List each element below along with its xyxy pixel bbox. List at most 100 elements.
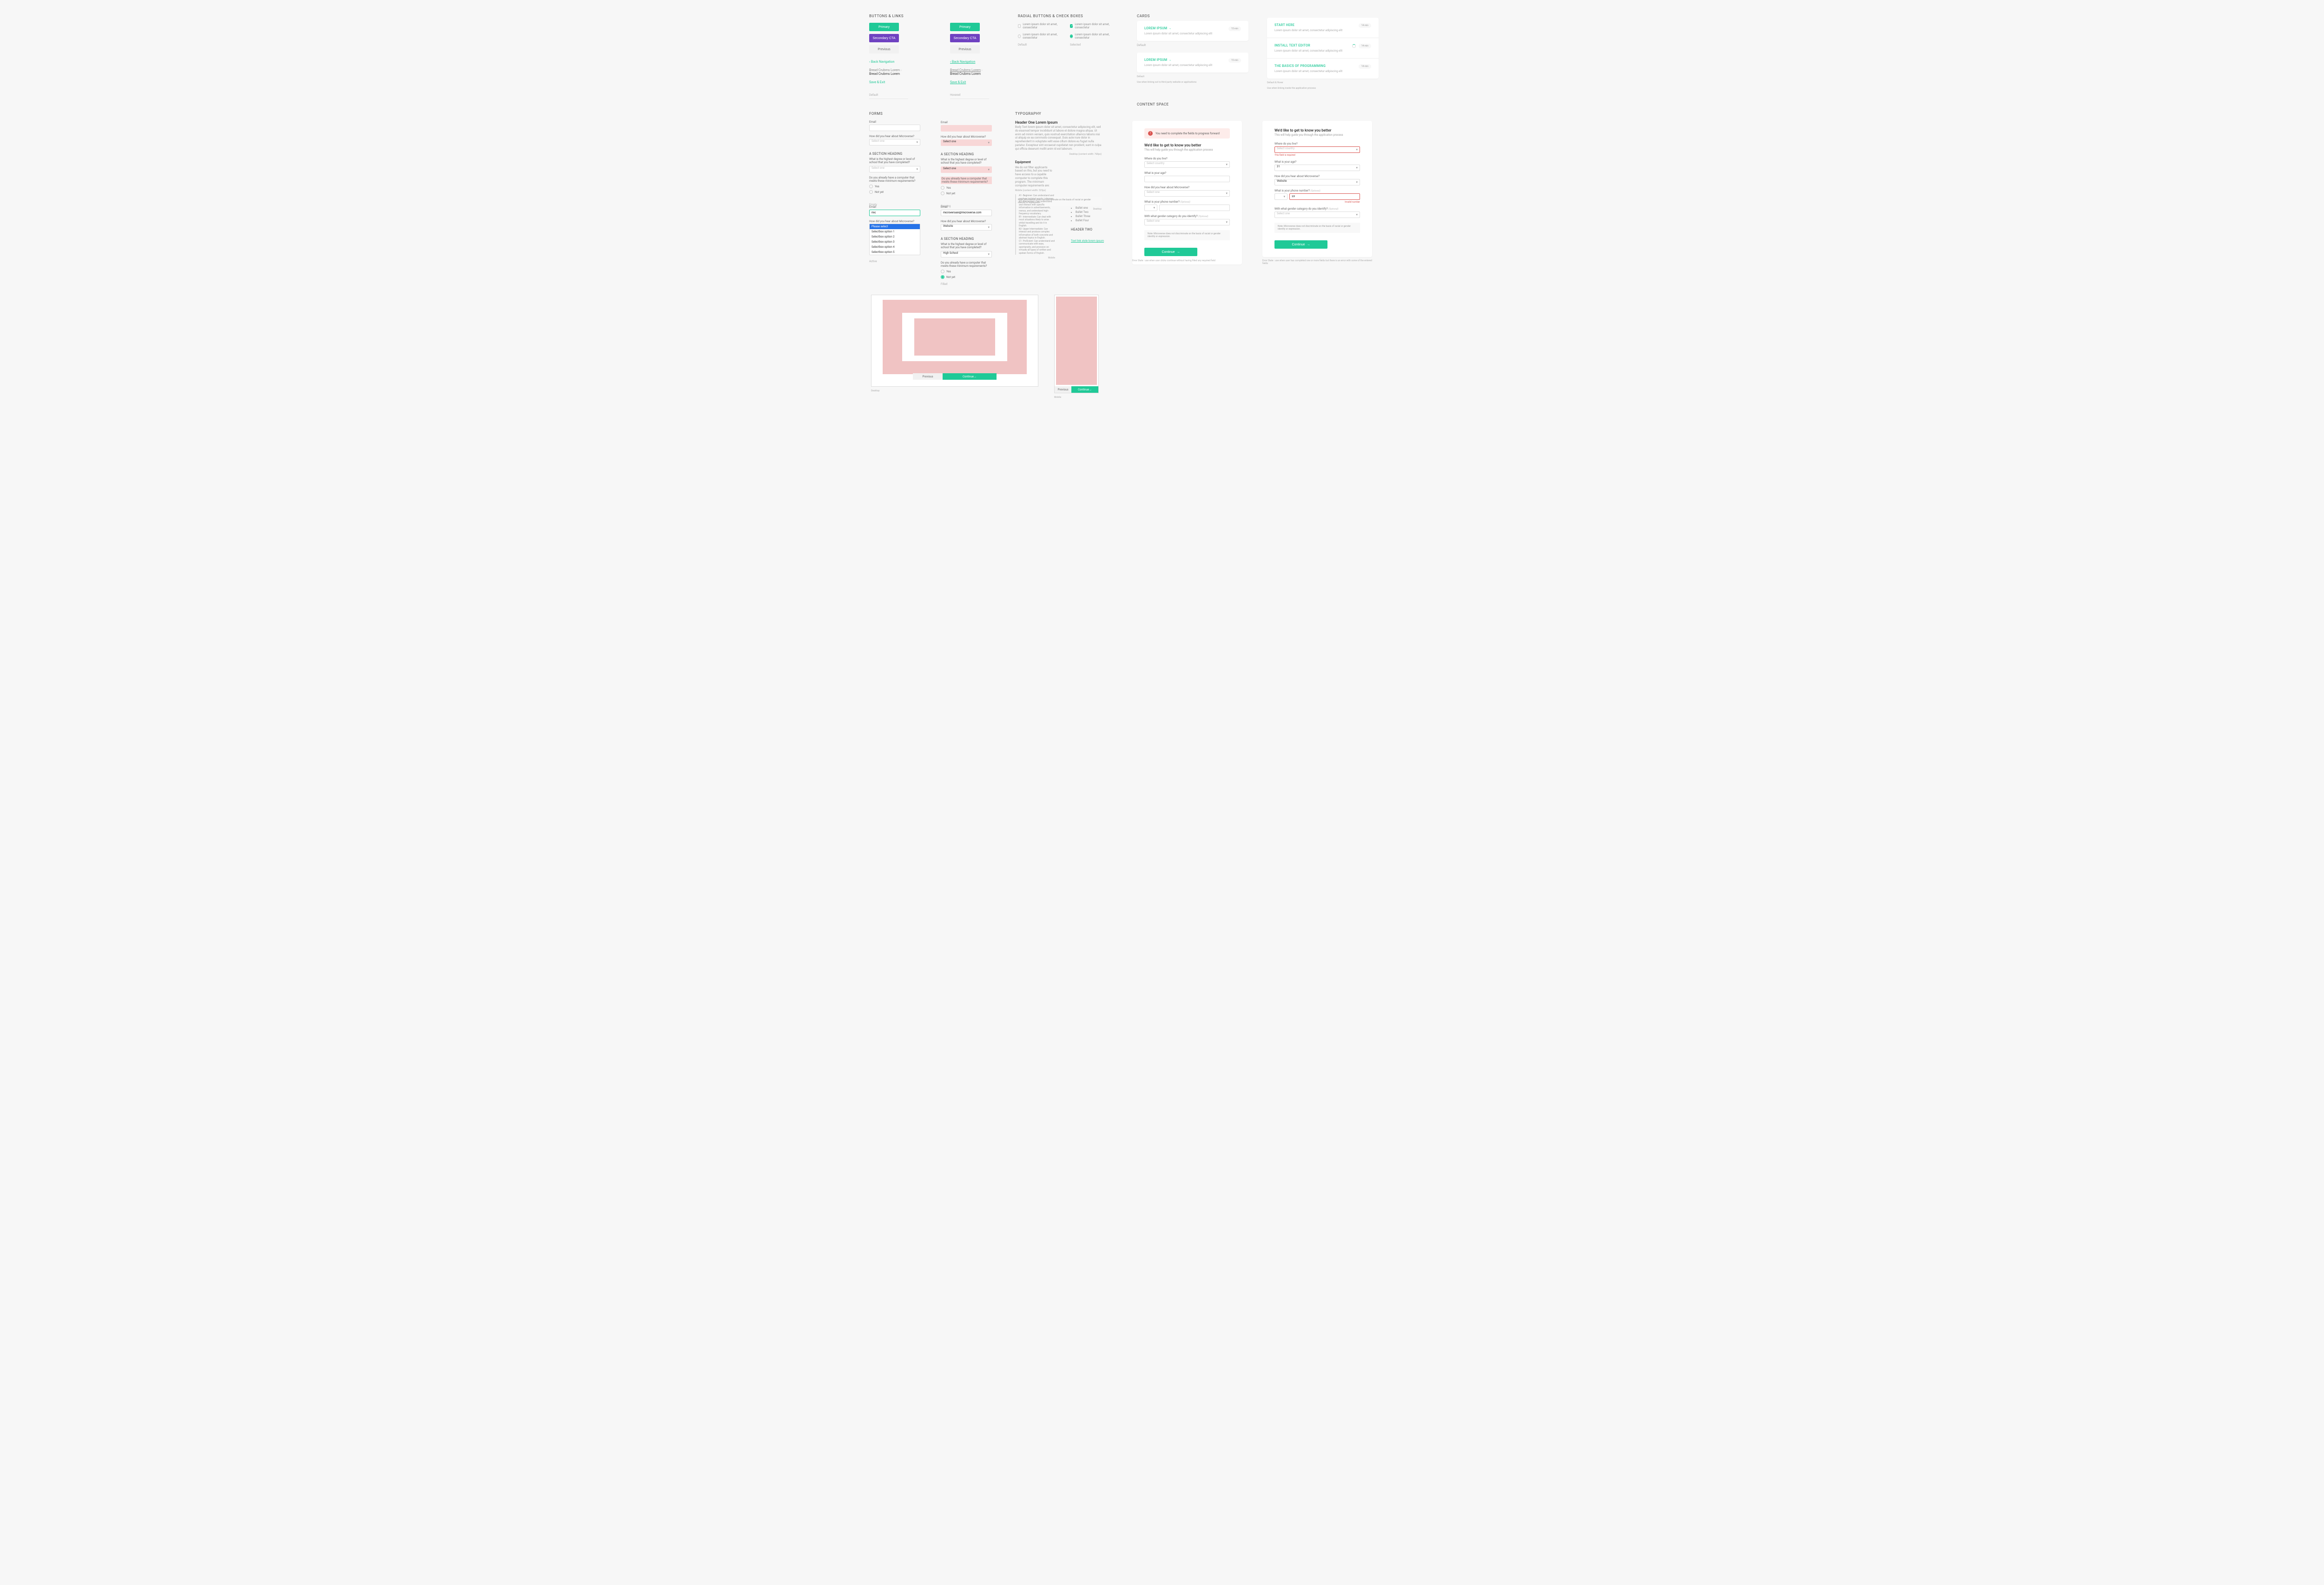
degree-select-spacing[interactable]: Select one <box>941 166 992 173</box>
content-heading: We'd like to get to know you better <box>1144 143 1230 147</box>
phone-input[interactable] <box>1159 205 1230 211</box>
previous-button[interactable]: Previous <box>869 45 899 53</box>
back-navigation-link-hover[interactable]: Back Navigation <box>950 60 989 64</box>
dropdown-option[interactable]: Selectbox option 1 <box>870 229 920 234</box>
save-exit-link-hover[interactable]: Save & Exit <box>950 80 989 84</box>
state-label-default: Default <box>869 93 908 97</box>
checkbox-checked[interactable]: Lorem ipsum dolor sit amet, consectetur <box>1070 23 1111 29</box>
email-input-filled[interactable] <box>941 210 992 216</box>
degree-question: What is the highest degree or level of s… <box>869 158 920 164</box>
body-text: Body Text lorem ipsum dolor sit amet, co… <box>1015 125 1102 151</box>
hear-label: How did you hear about Microverse? <box>869 220 920 223</box>
content-footnote-2: Error State : use when user has complete… <box>1262 259 1372 265</box>
card-footnote-desc: Use when linking inside the application … <box>1267 87 1379 90</box>
email-label: Email <box>869 120 920 124</box>
gender-select[interactable]: Select one <box>1144 219 1230 225</box>
primary-button[interactable]: Primary <box>869 23 899 31</box>
card-int-1[interactable]: START HERE Lorem ipsum dolor sit amet, c… <box>1267 18 1379 38</box>
degree-question: What is the highest degree or level of s… <box>941 158 992 165</box>
hear-select[interactable]: Select one <box>1144 190 1230 197</box>
state-filled: Filled <box>941 283 992 286</box>
loading-spinner-icon <box>1352 44 1356 48</box>
degree-select-filled[interactable]: High School <box>941 251 992 258</box>
equip-body: We do not filter applicants based on thi… <box>1015 166 1052 188</box>
secondary-cta-button-hover[interactable]: Secondary CTA <box>950 34 980 42</box>
card-title: INSTALL TEXT EDITOR <box>1274 44 1342 47</box>
hear-label: How did you hear about Microverse? <box>941 135 992 139</box>
radio-notyet[interactable]: Not yet <box>941 192 992 195</box>
country-select-error[interactable]: Select country <box>1274 146 1360 153</box>
card-int-3[interactable]: THE BASICS OF PROGRAMMING Lorem ipsum do… <box>1267 59 1379 79</box>
radio-notyet[interactable]: Not yet <box>869 190 920 194</box>
age-input[interactable] <box>1144 176 1230 182</box>
email-label: Email <box>941 205 992 209</box>
wf-continue-button[interactable]: Continue <box>943 373 997 380</box>
continue-button[interactable]: Continue <box>1144 248 1197 256</box>
radio-yes[interactable]: Yes <box>869 185 920 188</box>
card-int-2[interactable]: INSTALL TEXT EDITOR Lorem ipsum dolor si… <box>1267 38 1379 59</box>
card-title: START HERE <box>1274 23 1342 27</box>
primary-button-hover[interactable]: Primary <box>950 23 980 31</box>
hear-select-filled[interactable]: Website <box>941 224 992 231</box>
phone-input-error[interactable] <box>1289 193 1360 200</box>
hear-select[interactable]: Select one <box>869 139 920 145</box>
content-card-error-empty: ! You need to complete the fields to pro… <box>1132 121 1242 264</box>
state-label-default: Default <box>1018 43 1059 46</box>
checkbox-unchecked[interactable]: Lorem ipsum dolor sit amet, consectetur <box>1018 23 1059 29</box>
card-desc: Lorem ipsum dolor sit amet, consectetur … <box>1274 49 1342 53</box>
live-label: Where do you live? <box>1274 142 1360 145</box>
hear-select-filled[interactable]: Website <box>1274 179 1360 185</box>
error-icon: ! <box>1148 131 1153 136</box>
radio-yes[interactable]: Yes <box>941 270 992 273</box>
previous-button-hover[interactable]: Previous <box>950 45 980 53</box>
degree-select[interactable]: Select one <box>869 166 920 172</box>
card-ext-1[interactable]: LOREM IPSUM Lorem ipsum dolor sit amet, … <box>1137 21 1248 41</box>
field-error-required: This field is required <box>1274 154 1360 157</box>
card-ext-2[interactable]: LOREM IPSUM Lorem ipsum dolor sit amet, … <box>1137 53 1248 73</box>
continue-button[interactable]: Continue <box>1274 240 1327 249</box>
age-select-filled[interactable]: 31 <box>1274 165 1360 171</box>
hear-select-spacing[interactable]: Select one <box>941 139 992 146</box>
wf-continue-button[interactable]: Continue <box>1071 386 1098 393</box>
hear-select-open[interactable]: Please select Selectbox option 1 Selectb… <box>869 224 920 255</box>
radio-unchecked[interactable]: Lorem ipsum dolor sit amet, consectetur <box>1018 33 1059 40</box>
country-select[interactable]: Select country <box>1144 161 1230 168</box>
email-input[interactable] <box>869 125 920 131</box>
phone-cc-select[interactable] <box>1144 205 1157 211</box>
dropdown-option[interactable]: Selectbox option 5 <box>870 250 920 255</box>
text-link[interactable]: Text link style lorem ipsum <box>1071 239 1104 243</box>
levels-blockquote: A1- Beginner: Can understand and produce… <box>1015 194 1055 255</box>
card-badge: 14 min <box>1359 64 1371 69</box>
radio-yes[interactable]: Yes <box>941 186 992 190</box>
save-exit-link[interactable]: Save & Exit <box>869 80 908 84</box>
gender-select[interactable]: Select one <box>1274 211 1360 218</box>
breadcrumb-hover[interactable]: Bread Crubms Lorem › Bread Crubms Lorem <box>950 68 989 76</box>
wf-desktop-label: Desktop <box>871 390 1038 392</box>
card-title: LOREM IPSUM <box>1144 26 1212 30</box>
state-label-hovered: Hovered <box>950 93 989 97</box>
email-label: Email <box>869 205 920 209</box>
back-navigation-link[interactable]: Back Navigation <box>869 60 908 64</box>
secondary-cta-button[interactable]: Secondary CTA <box>869 34 899 42</box>
radio-checked[interactable]: Lorem ipsum dolor sit amet, consectetur <box>1070 33 1111 40</box>
phone-cc-select[interactable] <box>1274 193 1287 200</box>
header-one: Header One Lorem Ipsum <box>1015 120 1102 125</box>
content-note: Note: Microverse does not discriminate o… <box>1144 230 1230 240</box>
hear-label: How did you hear about Microverse? <box>1274 175 1360 178</box>
dropdown-option-selected[interactable]: Please select <box>870 224 920 229</box>
email-input-active[interactable] <box>869 210 920 216</box>
hear-label: How did you hear about Microverse? <box>941 220 992 223</box>
card-title: LOREM IPSUM <box>1144 58 1212 62</box>
section-heading: A SECTION HEADING <box>941 237 992 241</box>
wf-previous-button[interactable]: Previous <box>913 373 943 380</box>
content-footnote-1: Error State : use when user clicks conti… <box>1132 259 1242 262</box>
email-input-spacing[interactable] <box>941 125 992 132</box>
breadcrumb[interactable]: Bread Crubms Lorem › Bread Crubms Lorem <box>869 68 908 76</box>
radio-notyet-checked[interactable]: Not yet <box>941 275 992 279</box>
dropdown-option[interactable]: Selectbox option 2 <box>870 234 920 239</box>
wf-previous-button[interactable]: Previous <box>1055 386 1071 393</box>
dropdown-option[interactable]: Selectbox option 3 <box>870 239 920 244</box>
dropdown-option[interactable]: Selectbox option 4 <box>870 244 920 250</box>
phone-label: What is your phone number? (Optional) <box>1274 189 1360 192</box>
card-desc: Lorem ipsum dolor sit amet, consectetur … <box>1144 32 1212 35</box>
